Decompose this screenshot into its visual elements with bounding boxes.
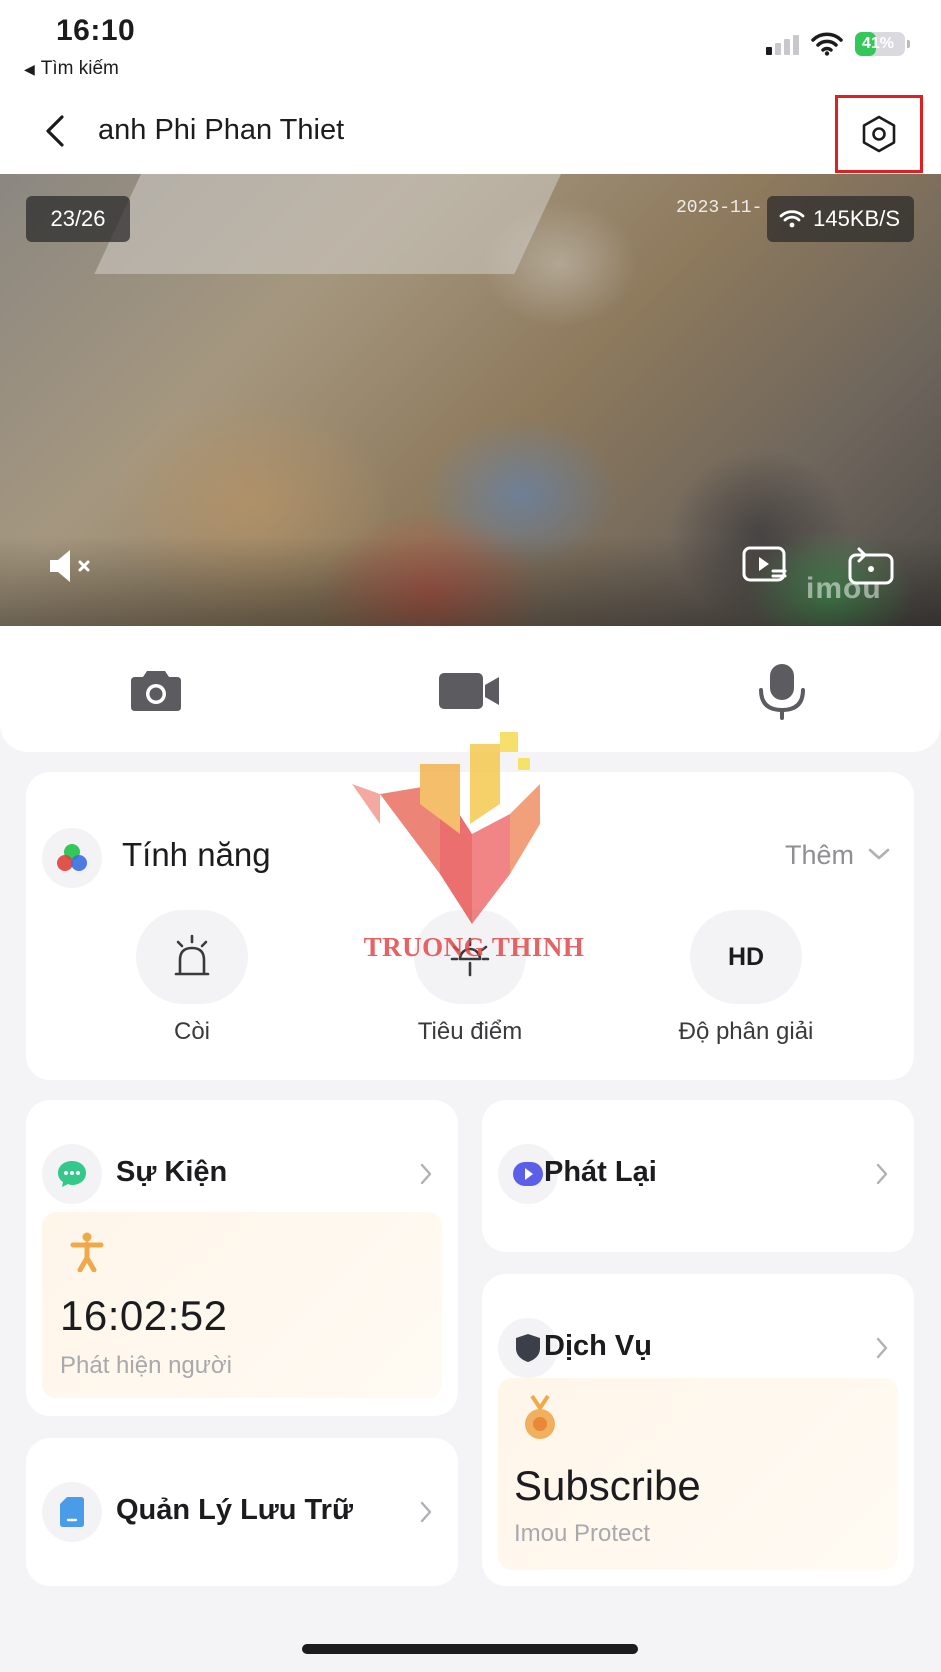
events-card[interactable]: Sự Kiện 16:02:52 Phát hiện người bbox=[26, 1100, 458, 1416]
latest-event-preview[interactable]: 16:02:52 Phát hiện người bbox=[42, 1212, 442, 1398]
subscribe-subtitle: Imou Protect bbox=[514, 1520, 651, 1547]
siren-label: Còi bbox=[173, 1018, 210, 1045]
battery-percent: 41% bbox=[861, 35, 895, 52]
feature-spotlight[interactable]: Tiêu điểm bbox=[370, 910, 570, 1060]
nav-header: anh Phi Phan Thiet bbox=[0, 88, 941, 174]
record-button[interactable] bbox=[430, 656, 510, 726]
speaker-muted-icon bbox=[50, 550, 90, 582]
live-video-view[interactable]: 23/26 2023-11- 145KB/S imou bbox=[0, 174, 941, 626]
back-triangle-icon: ◀ bbox=[24, 60, 35, 77]
resolution-button[interactable]: HD bbox=[690, 910, 802, 1004]
mute-toggle-button[interactable] bbox=[44, 538, 100, 594]
chevron-left-icon bbox=[46, 115, 64, 147]
status-bar: 16:10 ◀ Tìm kiếm 41% bbox=[0, 0, 941, 88]
wifi-icon bbox=[779, 210, 805, 228]
chevron-down-icon[interactable] bbox=[864, 836, 894, 872]
siren-icon bbox=[174, 934, 210, 976]
playback-card[interactable]: Phát Lại bbox=[482, 1100, 914, 1252]
features-title: Tính năng bbox=[122, 836, 271, 873]
chevron-right-icon bbox=[872, 1160, 892, 1188]
camera-icon bbox=[131, 671, 181, 711]
page-title: anh Phi Phan Thiet bbox=[98, 114, 345, 146]
person-detected-icon bbox=[70, 1232, 104, 1272]
spotlight-label: Tiêu điểm bbox=[417, 1018, 523, 1045]
camera-action-bar bbox=[0, 626, 941, 752]
home-indicator[interactable] bbox=[302, 1644, 638, 1654]
event-time: 16:02:52 bbox=[60, 1292, 228, 1339]
back-app-label: Tìm kiếm bbox=[40, 58, 119, 79]
events-icon bbox=[42, 1144, 102, 1204]
chevron-right-icon bbox=[416, 1498, 436, 1526]
device-settings-button[interactable] bbox=[835, 95, 923, 173]
feature-siren[interactable]: Còi bbox=[92, 910, 292, 1060]
sd-card-icon bbox=[60, 1497, 84, 1527]
chevron-right-icon bbox=[872, 1334, 892, 1362]
bitrate-badge: 145KB/S bbox=[767, 196, 914, 242]
talk-button[interactable] bbox=[742, 656, 822, 726]
bitrate-value: 145KB/S bbox=[813, 206, 900, 231]
playback-list-button[interactable] bbox=[738, 540, 792, 590]
battery-icon: 41% bbox=[855, 32, 910, 56]
microphone-icon bbox=[759, 664, 805, 720]
resolution-label: Độ phân giải bbox=[678, 1018, 814, 1045]
subscribe-promo[interactable]: Subscribe Imou Protect bbox=[498, 1378, 898, 1570]
back-to-app-link[interactable]: ◀ Tìm kiếm bbox=[24, 58, 119, 80]
events-title: Sự Kiện bbox=[116, 1156, 228, 1188]
chat-bubble-icon bbox=[58, 1161, 86, 1187]
snapshot-button[interactable] bbox=[116, 656, 196, 726]
playback-title: Phát Lại bbox=[544, 1156, 657, 1188]
storage-card[interactable]: Quản Lý Lưu Trữ bbox=[26, 1438, 458, 1586]
video-camera-icon bbox=[439, 673, 499, 709]
feature-resolution[interactable]: HD Độ phân giải bbox=[646, 910, 846, 1060]
spotlight-icon bbox=[450, 937, 490, 977]
siren-button[interactable] bbox=[136, 910, 248, 1004]
status-indicators: 41% bbox=[766, 32, 910, 56]
features-icon bbox=[42, 828, 102, 888]
features-more-button[interactable]: Thêm bbox=[785, 840, 854, 871]
video-list-icon bbox=[742, 546, 787, 582]
hd-icon: HD bbox=[727, 942, 765, 971]
play-circle-icon bbox=[513, 1162, 543, 1186]
subscribe-title: Subscribe bbox=[514, 1462, 701, 1509]
service-card[interactable]: Dịch Vụ Subscribe Imou Protect bbox=[482, 1274, 914, 1586]
storage-icon bbox=[42, 1482, 102, 1542]
cellular-signal-icon bbox=[766, 33, 799, 55]
shield-icon bbox=[516, 1334, 540, 1362]
storage-title: Quản Lý Lưu Trữ bbox=[116, 1494, 353, 1526]
chevron-right-icon bbox=[416, 1160, 436, 1188]
back-button[interactable] bbox=[36, 112, 74, 150]
event-description: Phát hiện người bbox=[60, 1352, 232, 1379]
video-timestamp-overlay: 2023-11- bbox=[676, 198, 763, 218]
features-card: Tính năng Thêm Còi Tiêu điểm HD Độ phân … bbox=[26, 772, 914, 1080]
wifi-icon bbox=[811, 32, 843, 56]
channel-counter-badge: 23/26 bbox=[26, 196, 130, 242]
settings-hexagon-icon bbox=[862, 115, 896, 153]
imou-watermark: imou bbox=[806, 572, 882, 605]
spotlight-button[interactable] bbox=[414, 910, 526, 1004]
service-title: Dịch Vụ bbox=[544, 1330, 652, 1362]
medal-icon bbox=[525, 1394, 555, 1439]
status-time: 16:10 bbox=[56, 14, 136, 47]
